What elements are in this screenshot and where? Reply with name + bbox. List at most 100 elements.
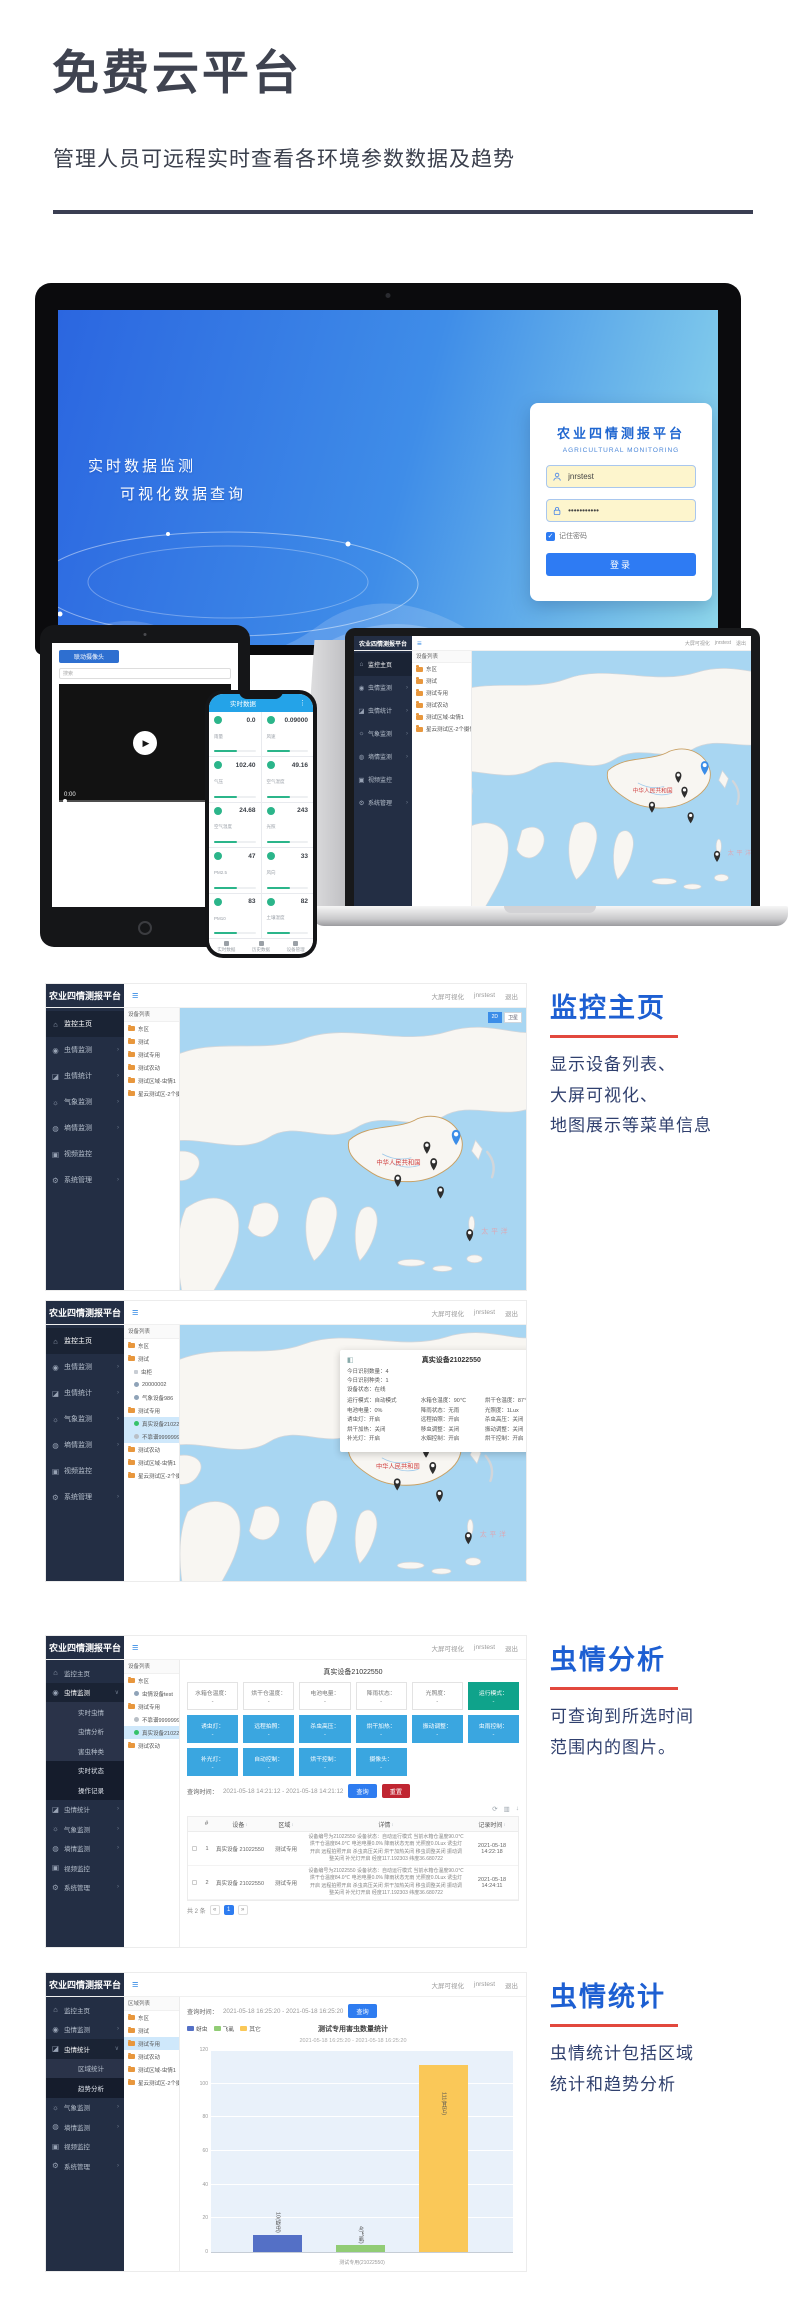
device-item[interactable]: 虫柜 — [124, 1365, 179, 1378]
device-item[interactable]: 测试农动 — [124, 1443, 179, 1456]
columns-icon[interactable]: ▥ — [504, 1805, 510, 1813]
topbar-link[interactable]: 大屏可视化 — [432, 1980, 465, 1990]
device-item[interactable]: 测试专用 — [124, 1048, 179, 1061]
share-icon[interactable]: ◧ — [347, 1356, 354, 1364]
sidebar-item[interactable]: 监控主页 — [46, 1011, 124, 1037]
device-item[interactable]: 真实设备21022550 — [124, 1417, 179, 1430]
sensor-card[interactable]: 49.16 空气湿度 — [262, 757, 314, 801]
map[interactable]: 2D卫星 — [180, 1008, 526, 1290]
control-card[interactable]: 远程拍照： - — [243, 1715, 294, 1743]
device-item[interactable]: 测试农动 — [124, 1739, 179, 1752]
sidebar-item[interactable]: 虫情监测 ∨ — [46, 1683, 124, 1703]
device-item[interactable]: 东区 — [124, 1339, 179, 1352]
device-item[interactable]: 东区 — [412, 663, 471, 675]
table-header-cell[interactable]: 设备 ↕ — [214, 1820, 266, 1829]
table-header-cell[interactable]: 记录时间 ↕ — [466, 1820, 518, 1829]
topbar-link[interactable]: jnrstest — [474, 1981, 495, 1988]
sidebar-item[interactable]: 气象监测 › — [46, 2098, 124, 2118]
sort-icon[interactable]: ↕ — [291, 1822, 293, 1827]
table-header-cell[interactable]: # — [200, 1821, 214, 1827]
pager-prev[interactable]: « — [210, 1905, 220, 1915]
sidebar-item[interactable]: 系统管理 › — [354, 791, 412, 814]
sidebar-item[interactable]: 墒情监测 › — [46, 1432, 124, 1458]
device-item[interactable]: 测试 — [124, 1352, 179, 1365]
org-menu-icon[interactable]: ≡ — [132, 990, 138, 1002]
topbar-link[interactable]: 退出 — [505, 1980, 518, 1990]
topbar-link[interactable]: jnrstest — [474, 1644, 495, 1651]
control-card[interactable]: 补光灯： - — [187, 1748, 238, 1776]
sidebar-item[interactable]: 虫情监测 › — [46, 2020, 124, 2040]
org-menu-icon[interactable]: ≡ — [132, 1979, 138, 1991]
sort-icon[interactable]: ↕ — [245, 1822, 247, 1827]
sensor-card[interactable]: 0.09000 风速 — [262, 712, 314, 756]
username-field[interactable] — [546, 465, 696, 488]
topbar-link[interactable]: jnrstest — [715, 640, 731, 646]
sensor-card[interactable]: 47 PM2.5 — [209, 848, 261, 892]
sort-icon[interactable]: ↕ — [503, 1822, 505, 1827]
tablet-home-button[interactable] — [138, 921, 152, 935]
tablet-search-input[interactable]: 搜索 — [59, 668, 231, 679]
sensor-card[interactable]: 83 PM10 — [209, 894, 261, 938]
sidebar-item[interactable]: 虫情监测 › — [46, 1354, 124, 1380]
remember-checkbox[interactable]: ✓ — [546, 532, 555, 541]
region-item[interactable]: 测试区域-虫情1 — [124, 2063, 179, 2076]
sensor-card[interactable]: 102.40 气压 — [209, 757, 261, 801]
org-menu-icon[interactable]: ≡ — [132, 1307, 138, 1319]
sidebar-item[interactable]: 监控主页 — [354, 653, 412, 676]
region-item[interactable]: 星云测试区-2个摄像头 — [124, 2076, 179, 2089]
password-field[interactable] — [546, 499, 696, 522]
topbar-link[interactable]: 大屏可视化 — [685, 640, 710, 647]
device-item[interactable]: 东区 — [124, 1022, 179, 1035]
pager-page[interactable]: 1 — [224, 1905, 234, 1915]
device-item[interactable]: 星云测试区-2个摄像头 — [412, 723, 471, 735]
sort-icon[interactable]: ↕ — [391, 1822, 393, 1827]
refresh-icon[interactable]: ⟳ — [492, 1805, 497, 1813]
password-input[interactable] — [566, 505, 689, 516]
sidebar-item[interactable]: 气象监测 › — [46, 1406, 124, 1432]
org-menu-icon[interactable]: ≡ — [132, 1642, 138, 1654]
phone-nav-tab[interactable]: 实时数据 — [209, 939, 244, 954]
topbar-link[interactable]: 大屏可视化 — [432, 1643, 465, 1653]
sidebar-item[interactable]: 墒情监测 › — [46, 2117, 124, 2137]
control-card[interactable]: 诱虫灯： - — [187, 1715, 238, 1743]
device-item[interactable]: 测试区域-虫情1 — [412, 711, 471, 723]
sidebar-item[interactable]: 监控主页 — [46, 1663, 124, 1683]
query-date-range[interactable]: 2021-05-18 14:21:12 - 2021-05-18 14:21:1… — [223, 1788, 343, 1795]
control-card[interactable]: 自动控制： - — [243, 1748, 294, 1776]
device-item[interactable]: 不靠谱99999999 — [124, 1713, 179, 1726]
more-icon[interactable]: ⋮ — [299, 699, 306, 707]
sensor-card[interactable]: 82 土壤湿度 — [262, 894, 314, 938]
device-item[interactable]: 星云测试区-2个摄像头 — [124, 1469, 179, 1482]
topbar-link[interactable]: 退出 — [505, 1643, 518, 1653]
sensor-card[interactable]: 243 光照 — [262, 803, 314, 847]
topbar-link[interactable]: 退出 — [505, 1308, 518, 1318]
sidebar-item[interactable]: 系统管理 › — [46, 1167, 124, 1193]
map[interactable] — [472, 651, 751, 906]
org-menu-icon[interactable]: ≡ — [417, 639, 422, 648]
sidebar-item[interactable]: 监控主页 — [46, 2000, 124, 2020]
legend-item[interactable]: 飞虱 — [214, 2024, 235, 2033]
table-row[interactable]: 1 真实设备 21022550 测试专用 设备编号为21022550 设备状态：… — [188, 1832, 518, 1866]
sidebar-item[interactable]: 虫情监测 › — [354, 676, 412, 699]
sidebar-item[interactable]: 视频监控 — [46, 1141, 124, 1167]
sidebar-item[interactable]: 虫情统计 ∨ — [46, 2039, 124, 2059]
device-item[interactable]: 测试区域-虫情1 — [124, 1456, 179, 1469]
device-item[interactable]: 虫情设备test — [124, 1687, 179, 1700]
sidebar-item[interactable]: 气象监测 › — [46, 1819, 124, 1839]
device-item[interactable]: 测试 — [412, 675, 471, 687]
query-date-range[interactable]: 2021-05-18 16:25:20 - 2021-05-18 16:25:2… — [223, 2008, 343, 2015]
chart-bar[interactable] — [336, 2245, 384, 2252]
reset-button[interactable]: 重置 — [382, 1784, 410, 1798]
table-header-cell[interactable]: 区域 ↕ — [266, 1820, 306, 1829]
login-button[interactable]: 登录 — [546, 553, 696, 576]
row-checkbox[interactable] — [192, 1846, 197, 1851]
sidebar-item[interactable]: 墒情监测 › — [46, 1115, 124, 1141]
device-item[interactable]: 测试 — [124, 1035, 179, 1048]
device-item[interactable]: 真实设备21022550 — [124, 1726, 179, 1739]
device-item[interactable]: 气象设备986 — [124, 1391, 179, 1404]
sidebar-item[interactable]: 视频监控 — [46, 1458, 124, 1484]
sidebar-item[interactable]: 操作记录 — [46, 1780, 124, 1800]
control-card[interactable]: 摄像头： - — [356, 1748, 407, 1776]
download-icon[interactable]: ↓ — [516, 1805, 519, 1813]
topbar-link[interactable]: jnrstest — [474, 1309, 495, 1316]
